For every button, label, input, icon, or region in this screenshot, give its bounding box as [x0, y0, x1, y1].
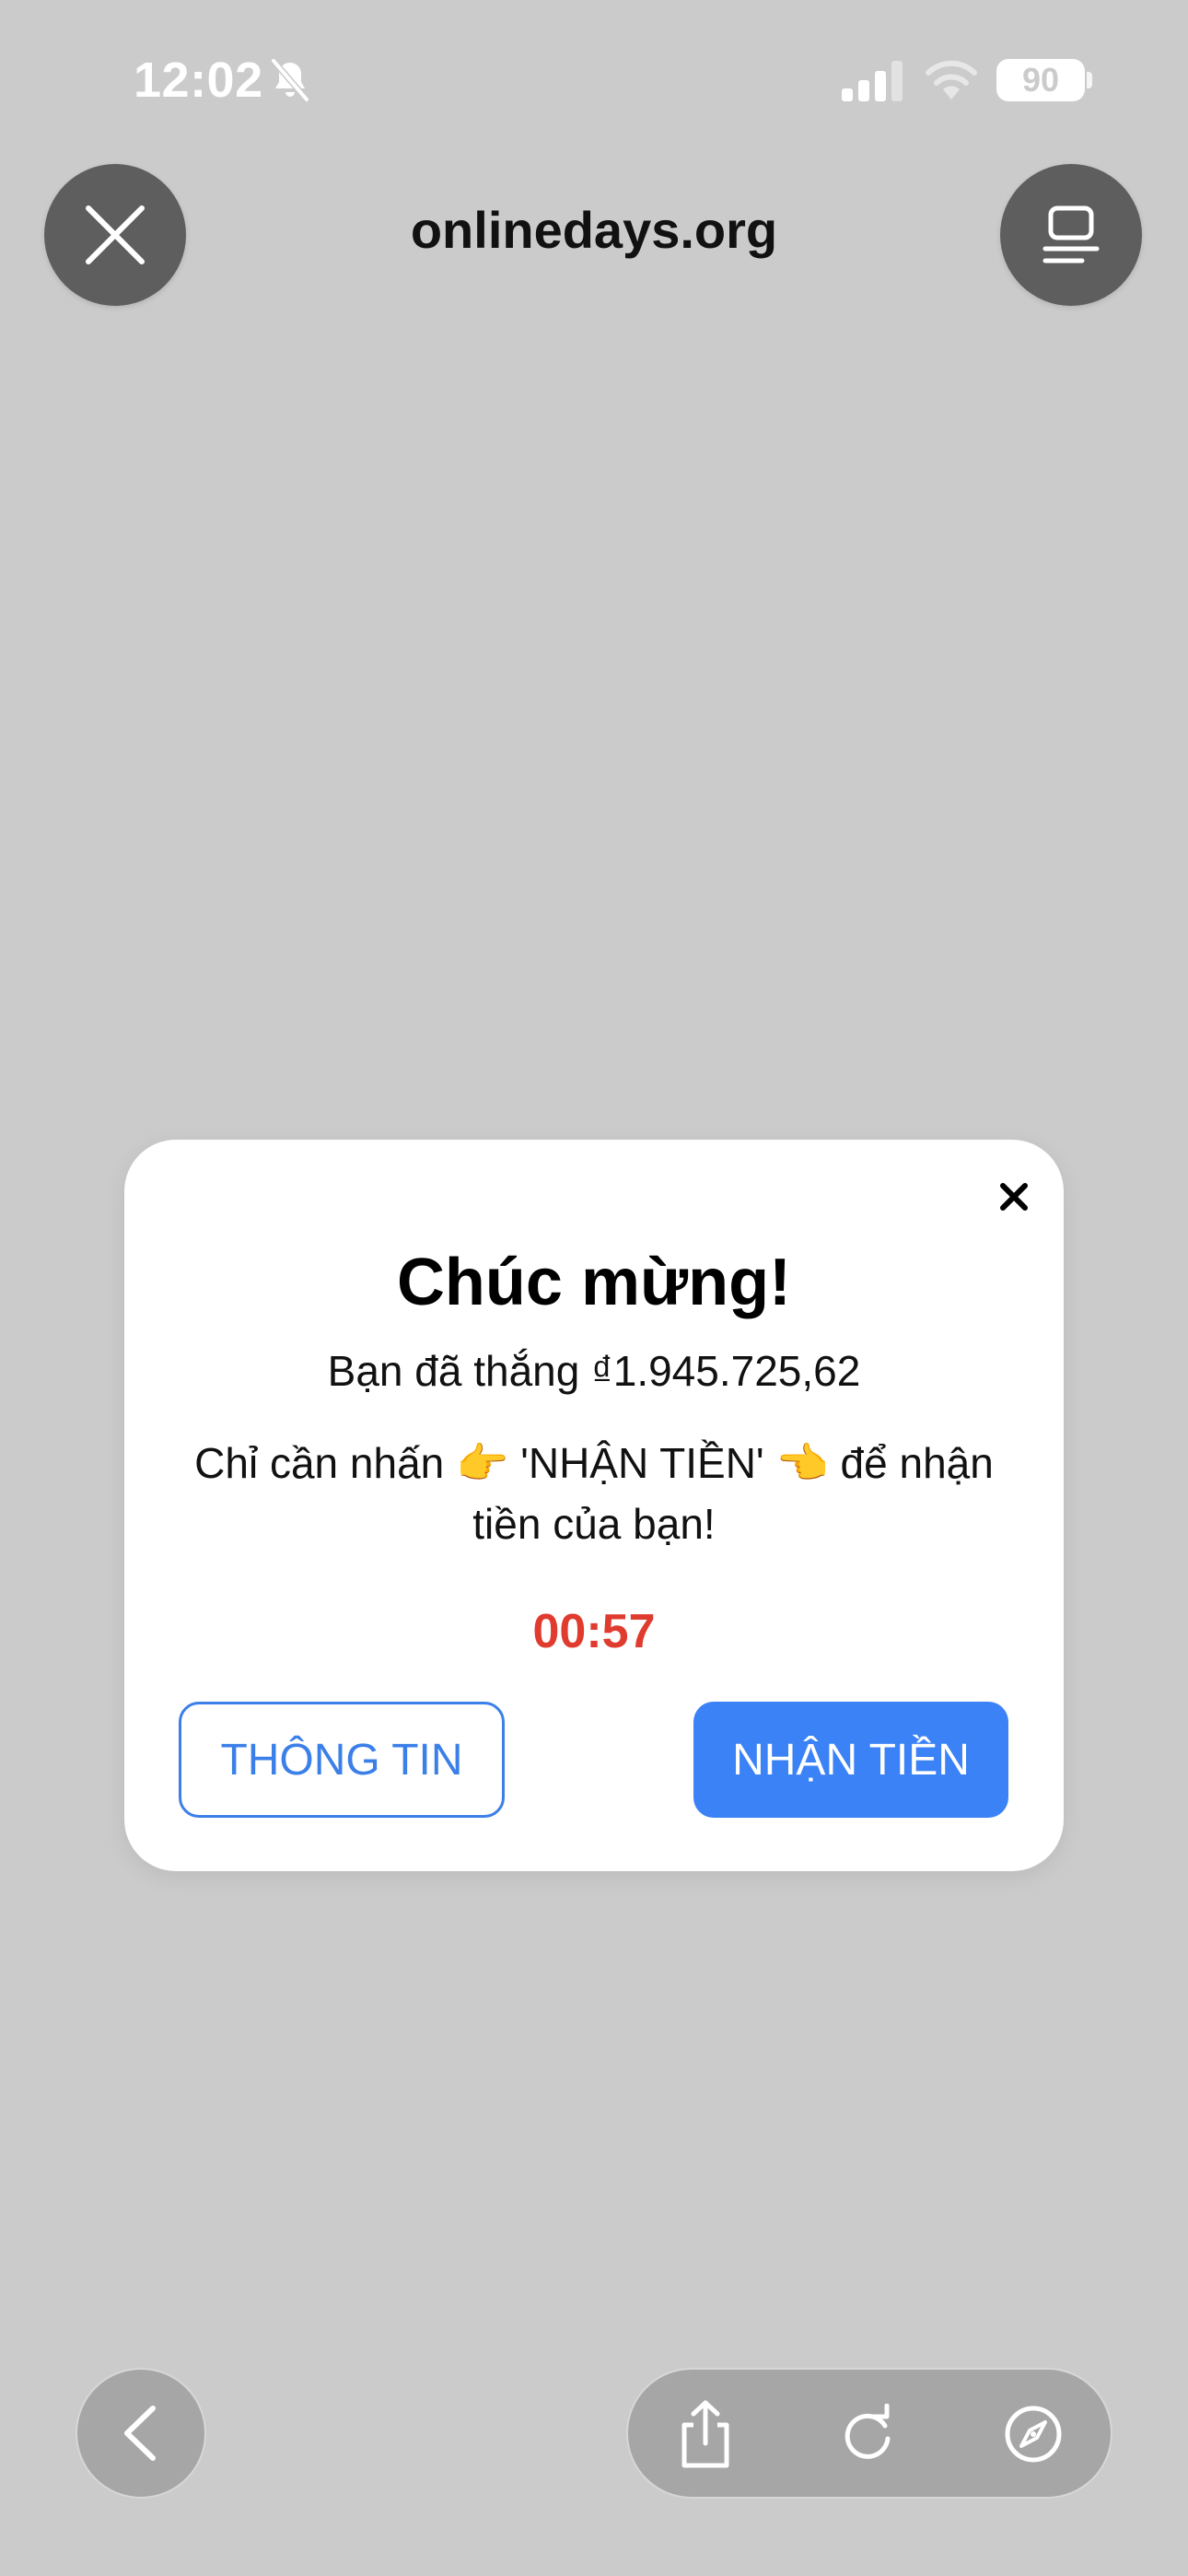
share-icon: [681, 2400, 729, 2468]
compass-button[interactable]: [995, 2395, 1072, 2473]
compass-icon: [1005, 2406, 1062, 2463]
share-button[interactable]: [667, 2395, 744, 2473]
back-icon: [124, 2406, 156, 2461]
tabs-button[interactable]: [1000, 164, 1142, 306]
bell-slash-icon: [271, 58, 309, 102]
wifi-icon: [926, 60, 977, 100]
browser-actions-bar: [626, 2368, 1112, 2499]
tabs-icon: [1042, 205, 1100, 263]
reload-button[interactable]: [829, 2395, 906, 2473]
battery-icon: 90: [996, 59, 1085, 101]
back-button[interactable]: [76, 2368, 206, 2499]
prize-amount: Bạn đã thắng ₫1.945.725,62: [327, 1347, 861, 1395]
info-button[interactable]: THÔNG TIN: [179, 1702, 505, 1818]
status-time: 12:02: [134, 53, 263, 108]
reload-icon: [844, 2404, 891, 2459]
battery-level: 90: [1021, 61, 1060, 99]
dialog-close-icon[interactable]: [996, 1178, 1032, 1215]
dialog-instruction: Chỉ cần nhấn 👉 'NHẬN TIỀN' 👈 để nhận tiề…: [194, 1439, 994, 1548]
countdown-timer: 00:57: [532, 1605, 656, 1658]
battery-cap: [1087, 72, 1092, 88]
signal-icon: [842, 61, 903, 101]
claim-button[interactable]: NHẬN TIỀN: [693, 1702, 1008, 1818]
prize-dialog: Chúc mừng! Bạn đã thắng ₫1.945.725,62 Ch…: [124, 1140, 1064, 1871]
dialog-title: Chúc mừng!: [396, 1246, 792, 1319]
